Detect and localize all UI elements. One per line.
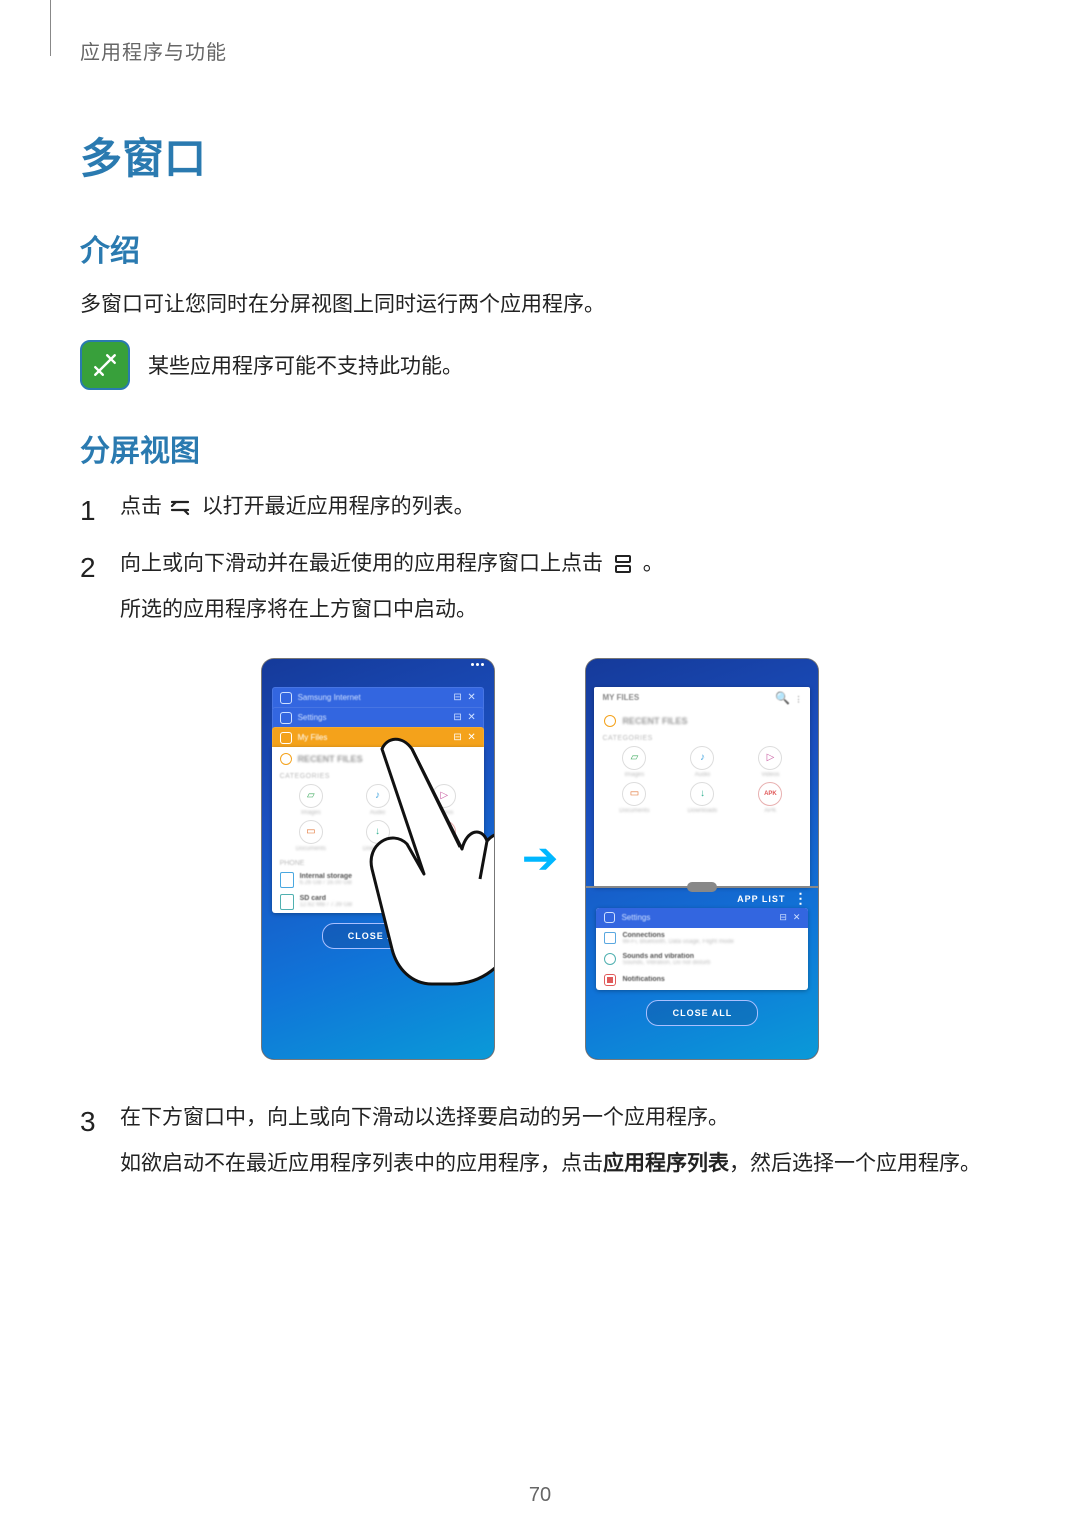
- breadcrumb: 应用程序与功能: [80, 36, 1000, 65]
- step-3-line1: 在下方窗口中，向上或向下滑动以选择要启动的另一个应用程序。: [120, 1106, 729, 1129]
- split-icon[interactable]: ⊟: [454, 694, 462, 702]
- close-all-button-left[interactable]: CLOSE ALL: [322, 923, 434, 949]
- step-2-post: 。: [643, 552, 664, 575]
- overflow-icon[interactable]: ⋮: [793, 895, 808, 902]
- statusbar-left: [262, 659, 494, 681]
- arrow-icon: ➔: [522, 833, 559, 884]
- upper-title: MY FILES: [602, 693, 639, 702]
- step-3-line2a: 如欲启动不在最近应用程序列表中的应用程序，点击: [120, 1152, 603, 1175]
- clock-icon: [280, 753, 292, 765]
- figure-row: Samsung Internet ⊟ ✕ Settings ⊟ ✕ My Files…: [80, 659, 1000, 1059]
- recent-files-label: Recent files: [298, 754, 363, 764]
- close-icon[interactable]: ✕: [468, 714, 476, 722]
- cat-icon-downloads[interactable]: ↓: [366, 820, 390, 844]
- page-number: 70: [0, 1484, 1080, 1507]
- recent-tab-3-label: My Files: [298, 733, 328, 742]
- clock-icon: [604, 715, 616, 727]
- step-2: 向上或向下滑动并在最近使用的应用程序窗口上点击 。 所选的应用程序将在上方窗口中…: [80, 545, 1000, 629]
- overflow-icon[interactable]: ⋮: [794, 695, 802, 704]
- step-3-line2b: ，然后选择一个应用程序。: [729, 1152, 981, 1175]
- cat-icon-images-r[interactable]: ▱: [622, 746, 646, 770]
- cat-label-audio: Audio: [370, 810, 385, 816]
- lower-tab-label: Settings: [621, 913, 650, 922]
- cat-label-apk: APK: [438, 846, 450, 852]
- cat-label-downloads-r: Downloads: [688, 808, 718, 814]
- lower-tab[interactable]: Settings ⊟ ✕: [596, 908, 808, 928]
- cat-icon-apk-r[interactable]: APK: [758, 782, 782, 806]
- cat-icon-documents[interactable]: ▭: [299, 820, 323, 844]
- note-icon: [80, 340, 130, 390]
- cat-label-images-r: Images: [625, 772, 645, 778]
- cat-icon-apk[interactable]: APK: [432, 820, 456, 844]
- page-title: 多窗口: [80, 125, 1000, 186]
- cat-icon-audio-r[interactable]: ♪: [690, 746, 714, 770]
- storage-row-sd[interactable]: SD card12.62 MB / 7.39 GB: [272, 891, 484, 913]
- step-1: 点击 以打开最近应用程序的列表。: [80, 488, 1000, 526]
- cat-label-videos-r: Videos: [761, 772, 779, 778]
- cat-label-videos: Videos: [435, 810, 453, 816]
- cat-label-apk-r: APK: [764, 808, 776, 814]
- cat-label-images: Images: [301, 810, 321, 816]
- split-screen-icon: [609, 553, 637, 575]
- cat-icon-videos[interactable]: ▷: [432, 784, 456, 808]
- setting-row-sounds[interactable]: Sounds and vibrationSounds, Vibration, D…: [596, 949, 808, 970]
- phone-right: MY FILES 🔍 ⋮ Recent files CATEGORIES ▱ Im…: [586, 659, 818, 1059]
- top-rule: [50, 0, 51, 56]
- recent-tab-1[interactable]: Samsung Internet ⊟ ✕: [272, 687, 484, 709]
- step-3: 在下方窗口中，向上或向下滑动以选择要启动的另一个应用程序。 如欲启动不在最近应用…: [80, 1099, 1000, 1183]
- upper-pane: MY FILES 🔍 ⋮ Recent files CATEGORIES ▱ Im…: [594, 687, 810, 887]
- cat-label-documents: Documents: [296, 846, 326, 852]
- note-row: 某些应用程序可能不支持此功能。: [80, 340, 1000, 390]
- cat-icon-documents-r[interactable]: ▭: [622, 782, 646, 806]
- intro-text: 多窗口可让您同时在分屏视图上同时运行两个应用程序。: [80, 288, 1000, 322]
- app-list-label[interactable]: APP LIST: [737, 894, 785, 904]
- recents-icon: [168, 496, 196, 518]
- close-icon[interactable]: ✕: [468, 694, 476, 702]
- files-card-left: Recent files CATEGORIES ▱ Images ♪ Audio ▷…: [272, 747, 484, 913]
- cat-label-audio-r: Audio: [695, 772, 710, 778]
- cat-icon-images[interactable]: ▱: [299, 784, 323, 808]
- app-list-bold: 应用程序列表: [603, 1152, 729, 1175]
- recent-tab-2-label: Settings: [298, 713, 327, 722]
- close-icon[interactable]: ✕: [468, 734, 476, 742]
- recent-tab-2[interactable]: Settings ⊟ ✕: [272, 707, 484, 729]
- lower-pane: APP LIST ⋮ Settings ⊟ ✕ ConnectionsWi-Fi,…: [586, 888, 818, 1059]
- split-icon[interactable]: ⊟: [779, 912, 787, 923]
- recent-files-label-r: Recent files: [622, 716, 687, 726]
- split-icon[interactable]: ⊟: [454, 714, 462, 722]
- recent-tab-1-label: Samsung Internet: [298, 693, 361, 702]
- cat-icon-videos-r[interactable]: ▷: [758, 746, 782, 770]
- search-icon[interactable]: 🔍: [775, 691, 790, 705]
- setting-row-notifications[interactable]: Notifications: [596, 970, 808, 990]
- section-split-heading: 分屏视图: [80, 426, 1000, 470]
- categories-label-r: CATEGORIES: [594, 733, 810, 742]
- categories-label: CATEGORIES: [272, 771, 484, 780]
- statusbar-right: [586, 659, 818, 681]
- split-divider[interactable]: [586, 886, 818, 888]
- note-text: 某些应用程序可能不支持此功能。: [148, 350, 463, 380]
- close-all-button-right[interactable]: CLOSE ALL: [646, 1000, 758, 1026]
- recent-tab-3[interactable]: My Files ⊟ ✕: [272, 727, 484, 749]
- cat-label-documents-r: Documents: [619, 808, 649, 814]
- cat-icon-downloads-r[interactable]: ↓: [690, 782, 714, 806]
- cat-icon-audio[interactable]: ♪: [366, 784, 390, 808]
- phone-section-label: PHONE: [272, 858, 484, 869]
- cat-label-downloads: Downloads: [363, 846, 393, 852]
- close-icon[interactable]: ✕: [793, 912, 801, 923]
- step-1-pre: 点击: [120, 495, 168, 518]
- storage-row-internal[interactable]: Internal storage6.26 GB / 16.00 GB: [272, 869, 484, 891]
- step-2-line2: 所选的应用程序将在上方窗口中启动。: [120, 591, 1000, 629]
- setting-row-connections[interactable]: ConnectionsWi-Fi, Bluetooth, Data usage,…: [596, 928, 808, 949]
- section-intro-heading: 介绍: [80, 226, 1000, 270]
- split-icon[interactable]: ⊟: [454, 734, 462, 742]
- phone-left: Samsung Internet ⊟ ✕ Settings ⊟ ✕ My Files…: [262, 659, 494, 1059]
- step-1-post: 以打开最近应用程序的列表。: [202, 495, 475, 518]
- step-2-pre: 向上或向下滑动并在最近使用的应用程序窗口上点击: [120, 552, 609, 575]
